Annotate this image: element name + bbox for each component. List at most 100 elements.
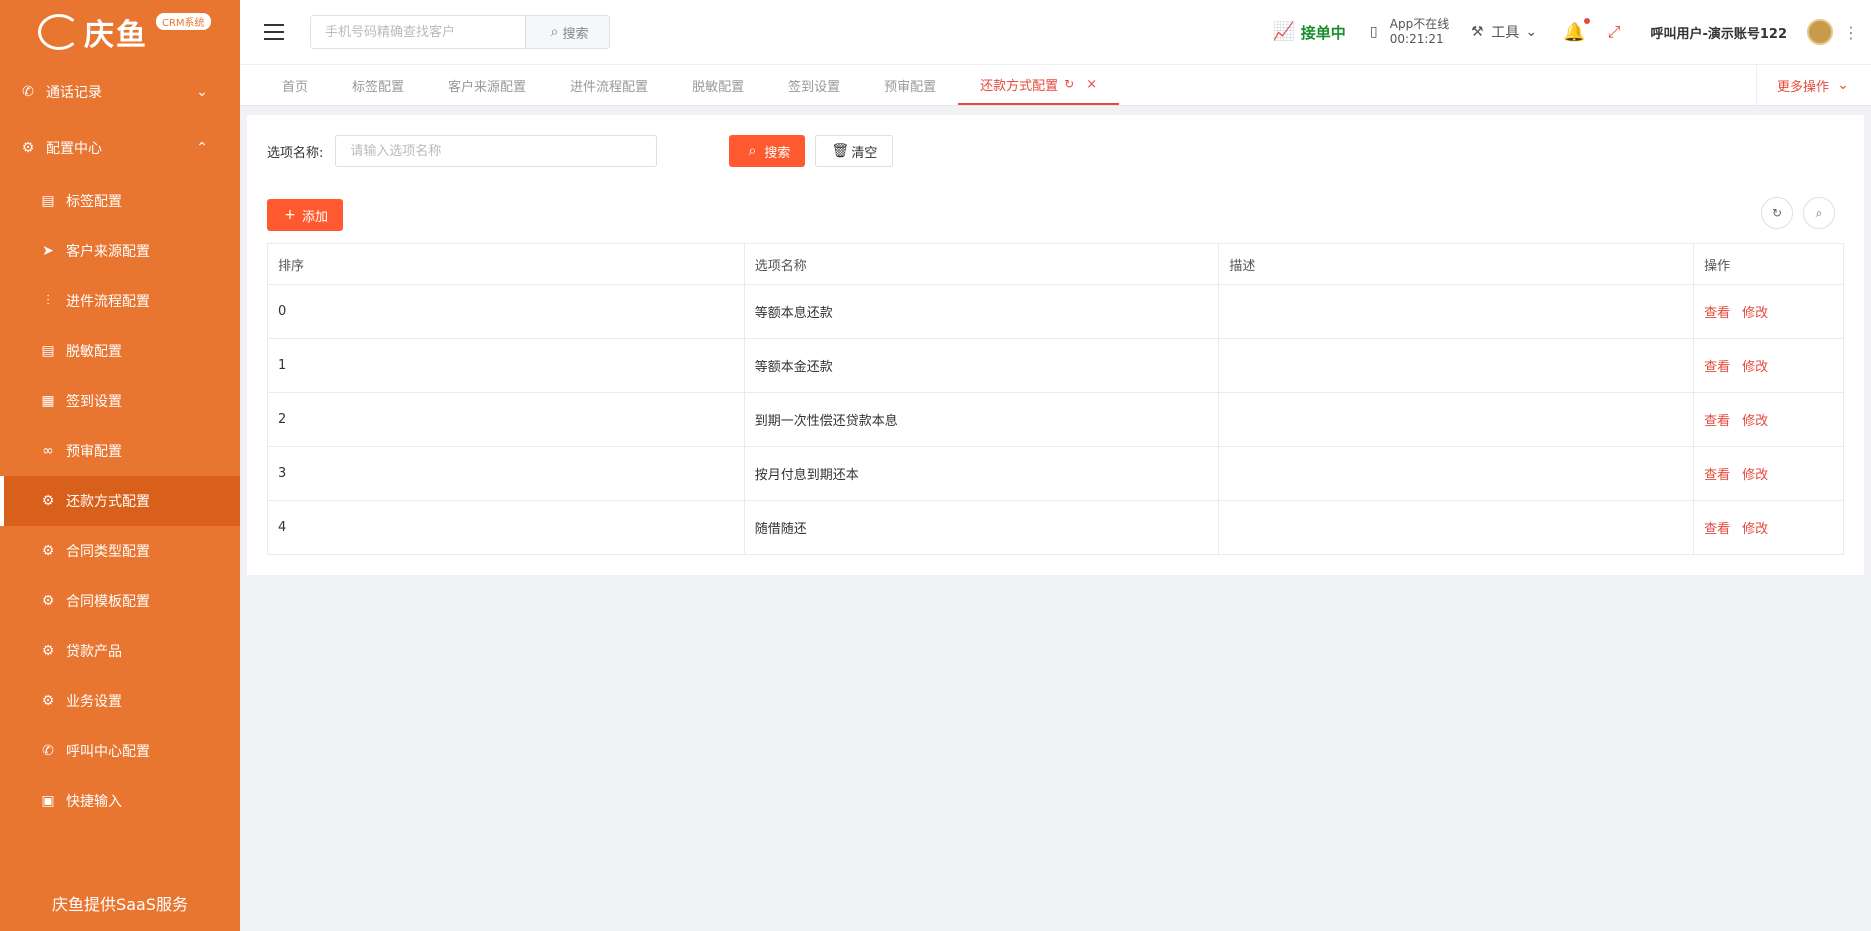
sidebar-item-contract-template[interactable]: ⚙ 合同模板配置 [0,576,240,626]
table-header-row: 排序 选项名称 描述 操作 [267,243,1844,285]
toggle-search-button[interactable]: ⌕ [1803,197,1835,229]
sidebar-item-intake-flow[interactable]: ⫶ 进件流程配置 [0,276,240,326]
close-icon[interactable]: × [1086,77,1097,92]
tab-home[interactable]: 首页 [260,65,330,105]
sidebar-item-business-settings[interactable]: ⚙ 业务设置 [0,676,240,726]
notification-dot [1583,17,1590,24]
tab-checkin[interactable]: 签到设置 [766,65,862,105]
edit-link[interactable]: 修改 [1742,306,1768,321]
edit-link[interactable]: 修改 [1742,522,1768,537]
fullscreen-icon[interactable]: ⤢ [1608,22,1621,42]
order-status-toggle[interactable]: 📈 接单中 [1273,22,1346,43]
cell-actions: 查看 修改 [1693,500,1844,555]
option-name-input[interactable] [335,135,658,167]
tab-customer-source[interactable]: 客户来源配置 [426,65,548,105]
glasses-icon: ∞ [42,443,54,459]
content-card: 选项名称: ⌕ 搜索 🗑 清空 + 添加 ↻ ⌕ 排序 选项名称 描述 操作 [247,115,1864,575]
cell-description [1218,284,1695,339]
column-header-description[interactable]: 描述 [1218,243,1695,285]
column-header-order[interactable]: 排序 [267,243,745,285]
sidebar-item-tag-config[interactable]: ▤ 标签配置 [0,176,240,226]
sidebar-item-desensitize[interactable]: ▤ 脱敏配置 [0,326,240,376]
sidebar-item-loan-product[interactable]: ⚙ 贷款产品 [0,626,240,676]
view-link[interactable]: 查看 [1704,468,1730,483]
cell-actions: 查看 修改 [1693,392,1844,447]
more-operations-label: 更多操作 [1776,79,1829,95]
gear-icon: ⚙ [41,493,55,509]
sidebar-item-contract-type[interactable]: ⚙ 合同类型配置 [0,526,240,576]
tab-repayment-method[interactable]: 还款方式配置 ↻ × [958,65,1120,105]
table-row: 1 等额本金还款 查看 修改 [267,338,1844,393]
tab-pre-review[interactable]: 预审配置 [862,65,958,105]
logo[interactable]: 庆鱼 CRM系统 [0,0,240,64]
tools-label: 工具 [1491,25,1520,41]
search-icon: ⌕ [748,143,757,159]
refresh-table-button[interactable]: ↻ [1761,197,1793,229]
app-status-timer: 00:21:21 [1389,32,1444,46]
sidebar-group-label: 通话记录 [46,85,102,101]
cell-order: 1 [267,338,745,393]
chevron-down-icon: ⌄ [196,84,208,100]
tab-desensitize[interactable]: 脱敏配置 [670,65,766,105]
refresh-icon[interactable]: ↻ [1064,77,1074,91]
edit-link[interactable]: 修改 [1742,468,1768,483]
table-row: 0 等额本息还款 查看 修改 [267,284,1844,339]
cell-name: 等额本息还款 [743,284,1220,339]
sidebar-item-label: 呼叫中心配置 [66,744,150,760]
search-button[interactable]: ⌕ 搜索 [729,135,806,167]
document-icon: ▤ [41,343,55,359]
cell-name: 到期一次性偿还贷款本息 [743,392,1220,447]
cell-description [1218,338,1695,393]
sidebar-item-customer-source[interactable]: ➤ 客户来源配置 [0,226,240,276]
tools-dropdown[interactable]: ⚒ 工具 ⌄ [1469,22,1539,42]
view-link[interactable]: 查看 [1704,360,1730,375]
table-row: 3 按月付息到期还本 查看 修改 [267,446,1844,501]
tab-label: 首页 [282,79,309,95]
calendar-icon: ▦ [41,393,55,409]
phone-icon: ✆ [42,743,54,759]
tab-label: 脱敏配置 [692,79,745,95]
tab-intake-flow[interactable]: 进件流程配置 [548,65,670,105]
table-row: 2 到期一次性偿还贷款本息 查看 修改 [267,392,1844,447]
customer-search-input[interactable] [311,16,525,48]
data-table: 排序 选项名称 描述 操作 0 等额本息还款 查看 修改 1 等额本金还款 查看修… [267,243,1844,555]
menu-toggle-icon[interactable] [264,24,284,40]
cell-order: 3 [267,446,745,501]
column-header-name[interactable]: 选项名称 [743,243,1220,285]
edit-link[interactable]: 修改 [1742,360,1768,375]
sidebar-item-call-center[interactable]: ✆ 呼叫中心配置 [0,726,240,776]
sidebar-item-checkin[interactable]: ▦ 签到设置 [0,376,240,426]
option-name-label: 选项名称: [267,145,324,161]
sidebar-group-call-records[interactable]: ✆ 通话记录 ⌄ [0,64,240,120]
gear-icon: ⚙ [21,140,35,156]
page-tabs: 首页 标签配置 客户来源配置 进件流程配置 脱敏配置 签到设置 预审配置 还款方… [240,64,1871,106]
view-link[interactable]: 查看 [1704,306,1730,321]
add-button[interactable]: + 添加 [267,199,344,231]
sidebar: 庆鱼 CRM系统 ✆ 通话记录 ⌄ ⚙ 配置中心 ⌃ ▤ 标签配置 ➤ 客户来源… [0,0,240,931]
view-link[interactable]: 查看 [1704,414,1730,429]
document-icon: ▤ [41,193,55,209]
edit-link[interactable]: 修改 [1742,414,1768,429]
view-link[interactable]: 查看 [1704,522,1730,537]
sidebar-item-pre-review[interactable]: ∞ 预审配置 [0,426,240,476]
gear-icon: ⚙ [41,693,55,709]
avatar[interactable] [1807,19,1833,45]
sidebar-item-label: 预审配置 [66,444,122,460]
clear-button[interactable]: 🗑 清空 [815,135,894,167]
chevron-down-icon: ⌄ [1525,24,1538,40]
cell-order: 2 [267,392,745,447]
filter-form: 选项名称: ⌕ 搜索 🗑 清空 [267,135,894,167]
gear-icon: ⚙ [41,593,55,609]
sidebar-item-label: 标签配置 [66,194,122,210]
search-icon: ⌕ [1815,205,1823,220]
more-menu-icon[interactable]: ⋮ [1843,23,1859,42]
tab-label: 还款方式配置 [980,78,1059,94]
sidebar-item-quick-input[interactable]: ▣ 快捷输入 [0,776,240,826]
tab-tag-config[interactable]: 标签配置 [330,65,426,105]
customer-search-button[interactable]: ⌕ 搜索 [525,16,609,48]
sidebar-group-config-center[interactable]: ⚙ 配置中心 ⌃ [0,120,240,176]
more-operations-dropdown[interactable]: 更多操作 ⌄ [1755,65,1871,105]
phone-device-icon: ▯ [1369,24,1378,40]
notification-bell-icon[interactable]: 🔔 [1563,17,1590,43]
sidebar-item-repayment-method[interactable]: ⚙ 还款方式配置 [0,476,240,526]
